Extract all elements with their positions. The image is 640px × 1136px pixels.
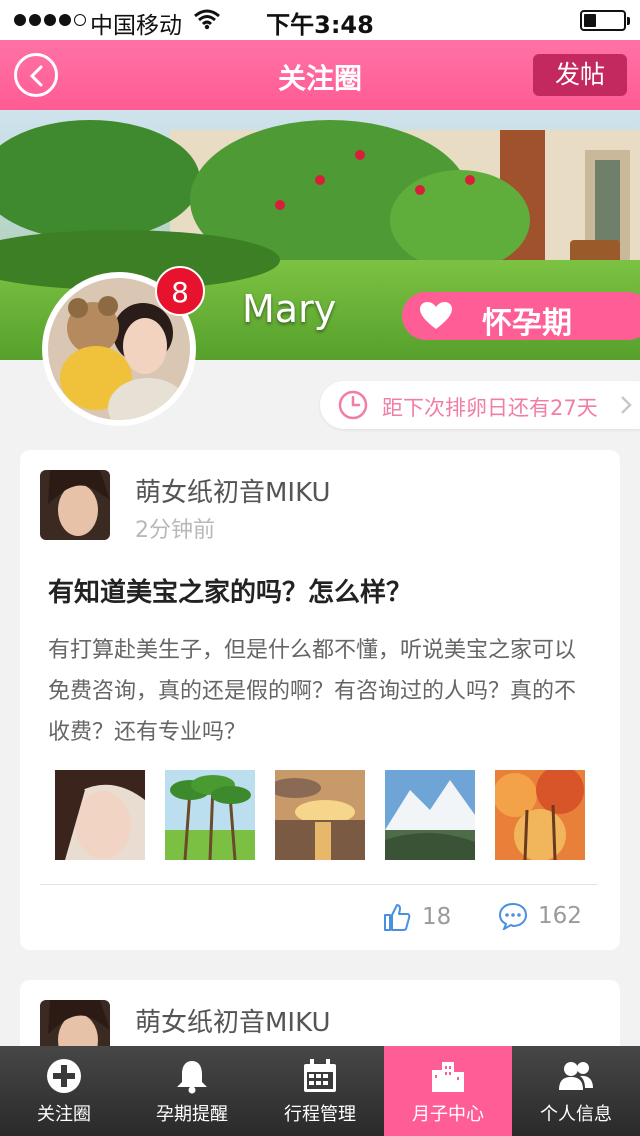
comment-button[interactable]: 162 xyxy=(498,902,582,930)
tab-pregnancy-reminder[interactable]: 孕期提醒 xyxy=(128,1046,256,1136)
stage-label: 怀孕期 xyxy=(482,306,572,341)
new-post-button[interactable]: 发帖 xyxy=(533,54,627,96)
author-avatar[interactable] xyxy=(40,470,110,540)
tab-confinement-center[interactable]: 月子中心 xyxy=(384,1046,512,1136)
post-image-gallery xyxy=(55,770,585,860)
post-image-autumn[interactable] xyxy=(495,770,585,860)
post-image-sunset[interactable] xyxy=(275,770,365,860)
post-title[interactable]: 有知道美宝之家的吗？怎么样？ xyxy=(48,572,412,609)
calendar-icon xyxy=(304,1059,336,1092)
pregnancy-stage-tag[interactable]: 怀孕期 xyxy=(402,292,640,341)
comment-count: 162 xyxy=(538,903,582,929)
author-avatar-image xyxy=(40,470,110,540)
battery-icon xyxy=(580,10,630,31)
divider xyxy=(40,884,598,885)
status-time: 下午3:48 xyxy=(266,11,374,39)
post-image-palms[interactable] xyxy=(165,770,255,860)
post-image-girl[interactable] xyxy=(55,770,145,860)
notification-badge: 8 xyxy=(155,266,205,316)
comment-icon xyxy=(498,902,528,930)
tab-label: 行程管理 xyxy=(284,1104,356,1125)
heart-icon xyxy=(420,302,452,329)
author-name[interactable]: 萌女纸初音MIKU xyxy=(135,1002,330,1039)
tab-profile[interactable]: 个人信息 xyxy=(512,1046,640,1136)
post-card[interactable]: 萌女纸初音MIKU 2分钟前 有知道美宝之家的吗？怎么样？ 有打算赴美生子，但是… xyxy=(20,450,620,950)
clock-icon xyxy=(338,390,368,420)
tab-bar: 关注圈 孕期提醒 行程管理 月子中心 个人信息 xyxy=(0,1046,640,1136)
bell-icon xyxy=(177,1061,207,1094)
tab-label: 月子中心 xyxy=(412,1104,484,1125)
post-body: 有打算赴美生子，但是什么都不懂，听说美宝之家可以免费咨询，真的还是假的啊？有咨询… xyxy=(48,638,577,745)
tab-label: 关注圈 xyxy=(37,1104,91,1125)
author-name[interactable]: 萌女纸初音MIKU xyxy=(135,472,330,509)
post-time: 2分钟前 xyxy=(135,518,215,543)
tab-label: 孕期提醒 xyxy=(156,1104,228,1125)
thumbs-up-icon xyxy=(384,904,411,931)
navigation-bar: 关注圈 发帖 xyxy=(0,40,640,110)
post-image-mountain[interactable] xyxy=(385,770,475,860)
ovulation-reminder[interactable]: 距下次排卵日还有27天 xyxy=(320,381,640,429)
tab-label: 个人信息 xyxy=(540,1104,612,1125)
plus-circle-icon xyxy=(47,1059,81,1093)
like-count: 18 xyxy=(422,904,452,930)
tab-following[interactable]: 关注圈 xyxy=(0,1046,128,1136)
like-button[interactable]: 18 xyxy=(382,902,451,932)
people-icon xyxy=(559,1062,593,1090)
status-bar: 中国移动 下午3:48 xyxy=(0,0,640,40)
chevron-right-icon xyxy=(621,396,632,414)
username: Mary xyxy=(242,287,337,331)
buildings-icon xyxy=(432,1062,464,1092)
ovulation-countdown: 距下次排卵日还有27天 xyxy=(382,396,598,420)
tab-schedule[interactable]: 行程管理 xyxy=(256,1046,384,1136)
